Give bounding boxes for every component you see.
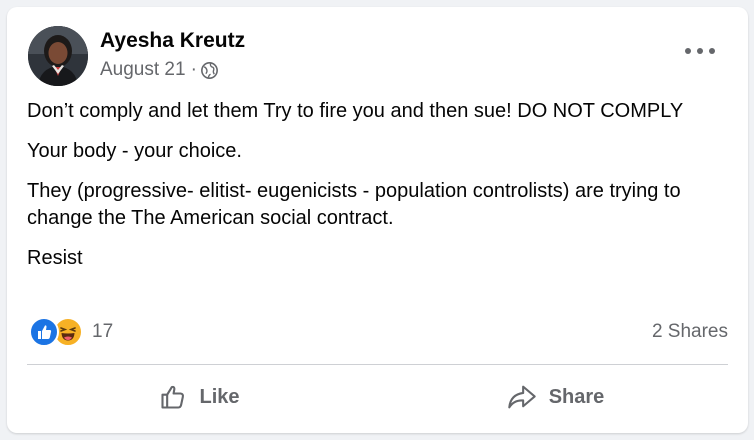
meta-separator: · (190, 59, 197, 80)
author-name[interactable]: Ayesha Kreutz (100, 29, 245, 53)
share-arrow-icon (507, 385, 536, 409)
post-body: Don’t comply and let them Try to fire yo… (27, 98, 727, 285)
like-button[interactable]: Like (27, 373, 372, 421)
post-card: Ayesha Kreutz August 21 · Don’t comply a… (7, 7, 748, 433)
post-meta: August 21 · (100, 59, 218, 81)
share-button-label: Share (548, 385, 605, 408)
post-paragraph: Your body - your choice. (27, 140, 242, 162)
avatar[interactable] (28, 26, 88, 86)
more-dot (709, 48, 715, 54)
reaction-count[interactable]: 17 (92, 321, 113, 343)
globe-icon[interactable] (200, 61, 218, 79)
like-reaction-icon[interactable] (29, 317, 59, 347)
avatar-photo (28, 26, 88, 86)
more-options-icon[interactable] (685, 41, 715, 61)
reactions-summary[interactable]: 17 (29, 317, 113, 347)
post-date[interactable]: August 21 (100, 59, 186, 81)
like-button-label: Like (199, 385, 240, 408)
post-paragraph: Don’t comply and let them Try to fire yo… (27, 100, 684, 122)
shares-count[interactable]: 2 Shares (652, 321, 728, 343)
share-button[interactable]: Share (383, 373, 728, 421)
post-paragraph: They (progressive- elitist- eugenicists … (27, 180, 681, 229)
thumbs-up-icon (161, 385, 185, 409)
more-dot (685, 48, 691, 54)
actions-divider (27, 364, 728, 365)
post-paragraph: Resist (27, 247, 83, 269)
more-dot (697, 48, 703, 54)
